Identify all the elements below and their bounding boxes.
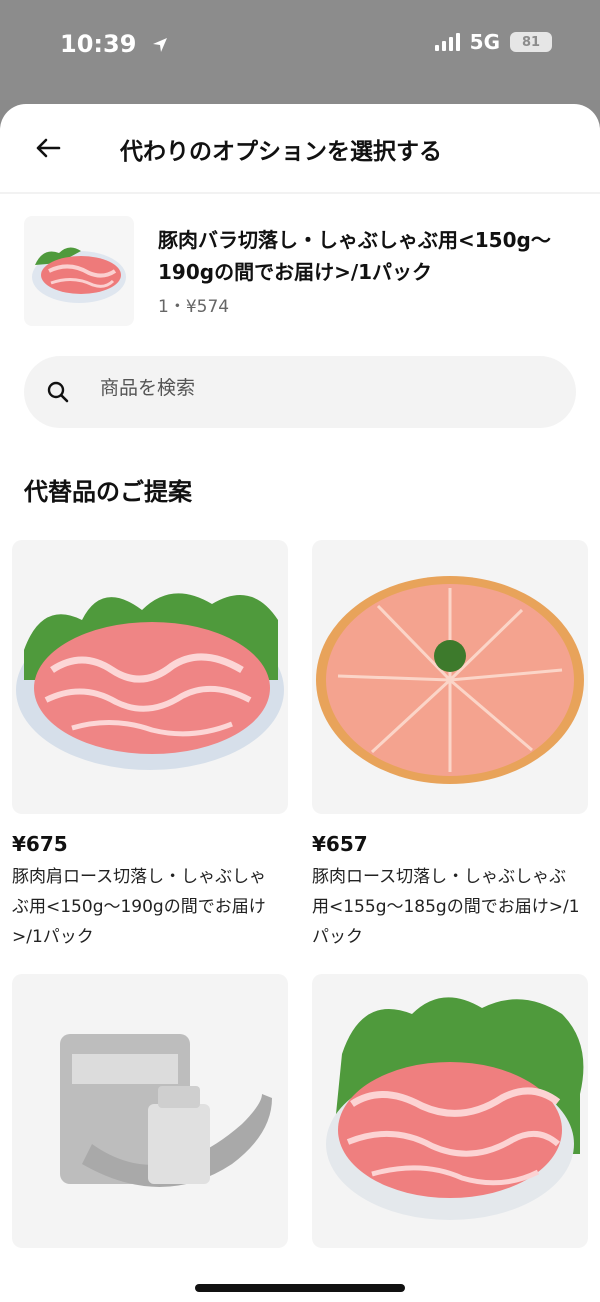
battery-icon: 81 — [510, 32, 552, 52]
status-time: 10:39 — [60, 30, 169, 58]
time-text: 10:39 — [60, 30, 137, 58]
substitution-sheet: 代わりのオプションを選択する 豚肉バラ切落し・しゃぶしゃぶ用<150g〜190g… — [0, 104, 600, 1302]
product-image[interactable] — [312, 974, 588, 1248]
product-image[interactable] — [12, 540, 288, 814]
suggestion-card[interactable] — [12, 974, 288, 1248]
suggestion-card[interactable]: ¥657 豚肉ロース切落し・しゃぶしゃぶ用<155g〜185gの間でお届け>/1… — [312, 540, 588, 952]
section-title: 代替品のご提案 — [24, 478, 192, 506]
back-button[interactable] — [28, 128, 68, 168]
search-input[interactable] — [98, 376, 542, 400]
product-image[interactable] — [312, 540, 588, 814]
product-price: ¥657 — [312, 832, 368, 856]
status-indicators: 5G 81 — [434, 30, 552, 54]
battery-level: 81 — [521, 34, 541, 50]
status-bar: 10:39 5G 81 — [0, 0, 600, 100]
suggestion-card[interactable] — [312, 974, 588, 1248]
page-title: 代わりのオプションを選択する — [120, 139, 442, 165]
search-bar[interactable] — [24, 356, 576, 428]
current-item-image — [24, 216, 134, 326]
back-arrow-icon — [36, 138, 61, 158]
location-arrow-icon — [152, 38, 167, 52]
placeholder-product-image[interactable] — [12, 974, 288, 1248]
sheet-header: 代わりのオプションを選択する — [0, 104, 600, 194]
current-item: 豚肉バラ切落し・しゃぶしゃぶ用<150g〜190gの間でお届け>/1パック 1・… — [24, 216, 576, 326]
signal-icon — [434, 33, 460, 51]
current-item-name: 豚肉バラ切落し・しゃぶしゃぶ用<150g〜190gの間でお届け>/1パック — [158, 228, 551, 284]
product-name: 豚肉ロース切落し・しゃぶしゃぶ用<155g〜185gの間でお届け>/1パック — [312, 867, 580, 947]
suggestion-card[interactable]: ¥675 豚肉肩ロース切落し・しゃぶしゃぶ用<150g〜190gの間でお届け>/… — [12, 540, 288, 952]
product-price: ¥675 — [12, 832, 68, 856]
network-label: 5G — [469, 30, 500, 54]
product-name: 豚肉肩ロース切落し・しゃぶしゃぶ用<150g〜190gの間でお届け>/1パック — [12, 867, 267, 947]
search-icon — [47, 381, 69, 403]
home-indicator[interactable] — [195, 1284, 405, 1292]
current-item-qty-price: 1・¥574 — [158, 297, 230, 317]
